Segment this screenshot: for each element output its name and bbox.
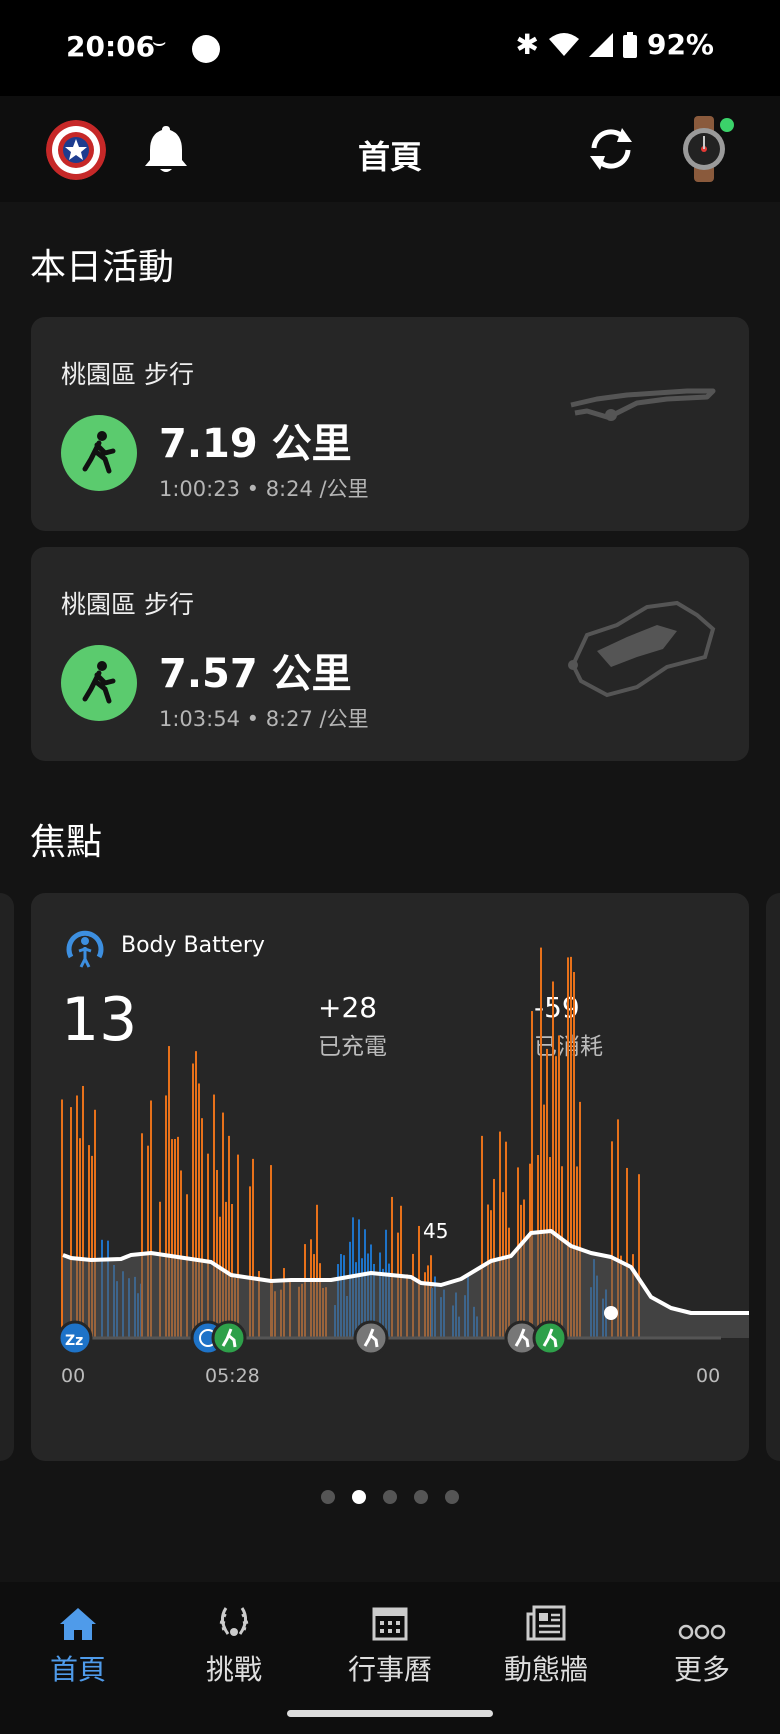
walking-icon — [61, 415, 137, 491]
activity-duration-pace: 1:00:23 • 8:24 /公里 — [159, 477, 369, 501]
pager-dot[interactable] — [383, 1490, 397, 1504]
calendar-icon — [372, 1607, 408, 1641]
time-label-start: 00 — [61, 1365, 85, 1387]
nav-label: 行事曆 — [347, 1653, 432, 1686]
today-heading: 本日活動 — [30, 247, 175, 288]
nav-newsfeed[interactable]: 動態牆 — [468, 1594, 624, 1688]
activity-distance: 7.57 公里 — [159, 651, 352, 697]
activity-card[interactable]: 桃園區 步行 7.57 公里 1:03:54 • 8:27 /公里 — [31, 547, 749, 761]
activity-title: 桃園區 步行 — [61, 360, 194, 389]
cell-signal-icon — [588, 32, 613, 57]
next-focus-card-edge[interactable] — [766, 893, 780, 1461]
time-label-mid: 05:28 — [205, 1365, 260, 1387]
body-battery-chart: 45 Zz 00 05:28 00 — [57, 947, 749, 1387]
status-icons: ✱ 92% — [516, 28, 715, 61]
page-title: 首頁 — [357, 138, 422, 176]
stress-bar — [61, 1099, 63, 1338]
activity-title: 桃園區 步行 — [61, 590, 194, 619]
newsfeed-icon — [526, 1605, 566, 1641]
route-map-thumbnail — [570, 388, 716, 421]
battery-icon — [622, 31, 637, 58]
home-icon — [60, 1608, 96, 1640]
current-value-marker — [604, 1306, 618, 1320]
laurel-icon — [219, 1607, 249, 1636]
sync-icon[interactable] — [586, 124, 636, 174]
pager-dot[interactable] — [445, 1490, 459, 1504]
nav-label: 首頁 — [49, 1653, 106, 1686]
focus-heading: 焦點 — [30, 822, 103, 863]
pager-dot-active[interactable] — [352, 1490, 366, 1504]
gesture-home-indicator[interactable] — [287, 1710, 493, 1717]
bluetooth-icon: ✱ — [515, 28, 539, 61]
route-map-thumbnail — [568, 600, 716, 698]
walking-icon — [61, 645, 137, 721]
pager-dot[interactable] — [414, 1490, 428, 1504]
nav-label: 挑戰 — [205, 1653, 262, 1686]
app-bar: 首頁 — [0, 96, 780, 202]
nav-calendar[interactable]: 行事曆 — [312, 1594, 468, 1688]
walking-event-icon — [532, 1320, 568, 1356]
nav-more[interactable]: 更多 — [624, 1594, 780, 1688]
prev-focus-card-edge[interactable] — [0, 893, 14, 1461]
sleep-icon: Zz — [57, 1320, 93, 1356]
svg-text:Zz: Zz — [65, 1333, 83, 1349]
activity-card[interactable]: 桃園區 步行 7.19 公里 1:00:23 • 8:24 /公里 — [31, 317, 749, 531]
carousel-pager[interactable] — [0, 1490, 780, 1504]
notification-dot-icon — [192, 35, 220, 63]
time-label-end: 00 — [696, 1365, 720, 1387]
body-battery-card[interactable]: Body Battery 13 +28 已充電 -59 已消耗 45 Zz — [31, 893, 749, 1461]
pager-dot[interactable] — [321, 1490, 335, 1504]
nav-challenges[interactable]: 挑戰 — [156, 1594, 312, 1688]
wifi-icon — [548, 32, 579, 56]
walking-event-icon — [211, 1320, 247, 1356]
notification-wave-icon: ⌣ — [152, 30, 167, 55]
status-time: 20:06 — [66, 30, 156, 63]
nav-home[interactable]: 首頁 — [0, 1594, 156, 1688]
battery-percent: 92% — [646, 28, 714, 61]
activity-distance: 7.19 公里 — [159, 421, 352, 467]
peak-label: 45 — [423, 1219, 448, 1243]
watch-connected-dot — [720, 118, 734, 132]
walking-event-icon — [353, 1320, 389, 1356]
nav-label: 動態牆 — [503, 1653, 588, 1686]
status-bar: 20:06 ⌣ ✱ 92% — [0, 0, 780, 96]
nav-label: 更多 — [673, 1653, 730, 1686]
activity-duration-pace: 1:03:54 • 8:27 /公里 — [159, 707, 369, 731]
more-icon — [678, 1624, 726, 1640]
